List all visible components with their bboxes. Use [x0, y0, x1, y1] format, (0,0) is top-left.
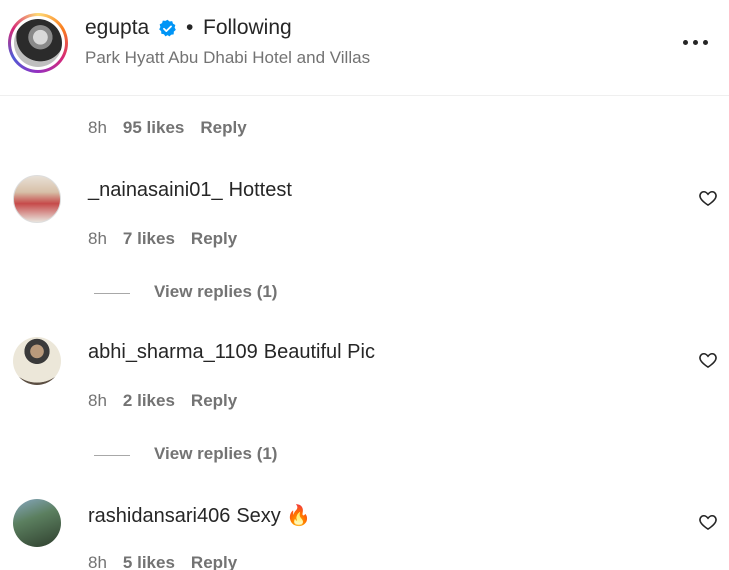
comment-body: Hottest [228, 179, 292, 201]
comment-meta: 8h 7 likes Reply [88, 229, 237, 249]
comment-text-row: _nainasaini01_ Hottest [88, 179, 292, 202]
view-replies-label: View replies (1) [154, 282, 278, 301]
comment-time: 8h [88, 391, 107, 410]
post-location[interactable]: Park Hyatt Abu Dhabi Hotel and Villas [85, 48, 370, 68]
comment-body: Beautiful Pic [263, 341, 375, 363]
like-heart-icon[interactable] [698, 350, 718, 370]
comment-likes[interactable]: 7 likes [123, 229, 175, 248]
comment-body: Sexy 🔥 [236, 505, 312, 527]
reply-button[interactable]: Reply [191, 229, 237, 248]
avatar [14, 19, 62, 67]
commenter-avatar[interactable] [13, 499, 61, 547]
comment-likes[interactable]: 2 likes [123, 391, 175, 410]
comment-text-row: rashidansari406 Sexy 🔥 [88, 503, 311, 528]
commenter-avatar[interactable] [13, 337, 61, 385]
comment-time: 8h [88, 118, 107, 137]
comment-meta: 8h 5 likes Reply [88, 553, 237, 570]
following-button[interactable]: Following [203, 16, 292, 40]
avatar-story-ring[interactable] [8, 13, 68, 73]
commenter-username[interactable]: _nainasaini01_ [88, 179, 223, 201]
more-options-icon[interactable] [683, 40, 709, 46]
header-separator: • [186, 16, 194, 39]
comment-likes[interactable]: 95 likes [123, 118, 184, 137]
reply-button[interactable]: Reply [191, 391, 237, 410]
reply-button[interactable]: Reply [200, 118, 246, 137]
comment-time: 8h [88, 229, 107, 248]
like-heart-icon[interactable] [698, 188, 718, 208]
commenter-username[interactable]: abhi_sharma_1109 [88, 341, 258, 363]
reply-button[interactable]: Reply [191, 553, 237, 570]
view-replies-label: View replies (1) [154, 444, 278, 463]
commenter-avatar[interactable] [13, 175, 61, 223]
comment-time: 8h [88, 553, 107, 570]
comment-meta: 8h 2 likes Reply [88, 391, 237, 411]
post-header: egupta • Following Park Hyatt Abu Dhabi … [0, 0, 729, 96]
comment-meta: 8h 95 likes Reply [88, 118, 247, 138]
verified-badge-icon [159, 19, 176, 37]
replies-divider [94, 293, 130, 294]
comment-text-row: abhi_sharma_1109 Beautiful Pic [88, 341, 375, 364]
comment-likes[interactable]: 5 likes [123, 553, 175, 570]
like-heart-icon[interactable] [698, 512, 718, 532]
commenter-username[interactable]: rashidansari406 [88, 505, 230, 527]
replies-divider [94, 455, 130, 456]
post-username[interactable]: egupta [85, 16, 149, 40]
